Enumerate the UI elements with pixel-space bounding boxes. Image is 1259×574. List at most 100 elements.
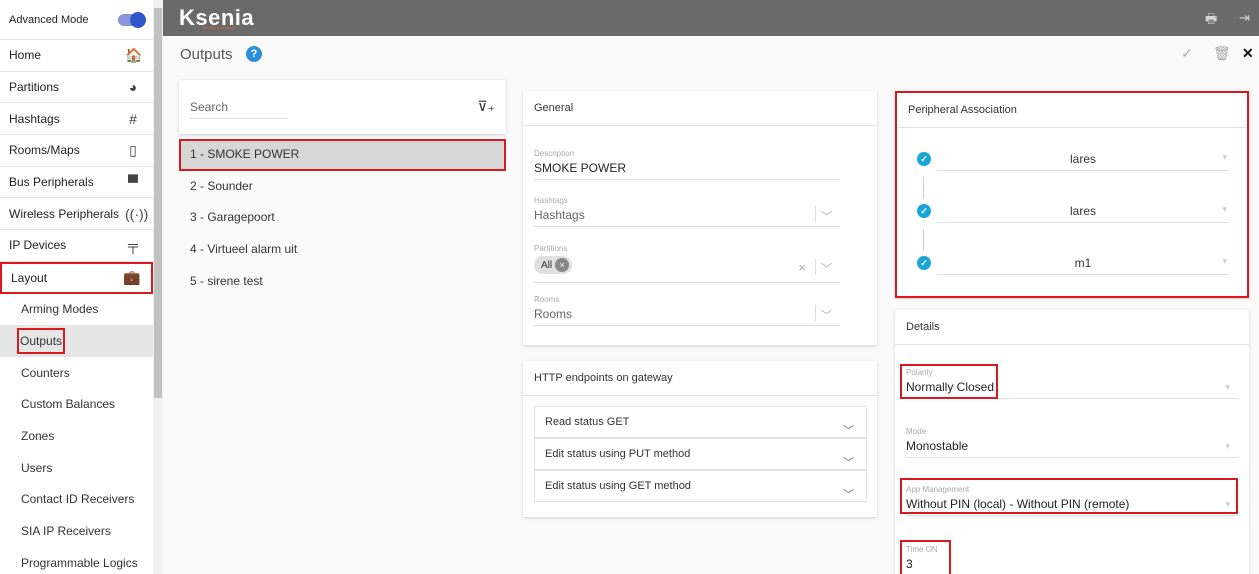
print-icon[interactable]: 🖶 [1205,10,1217,32]
peripheral-row[interactable]: ✓ lares ▾ [917,152,1229,171]
time-on-highlight [900,540,951,574]
general-title: General [523,91,877,126]
sidebar-subitem-custom-balances[interactable]: Custom Balances [0,389,153,421]
confirm-icon[interactable]: ✓ [1181,45,1193,62]
rooms-label: Rooms [534,295,560,304]
http-endpoint-label: Edit status using PUT method [545,448,691,460]
description-value[interactable]: SMOKE POWER [534,161,840,180]
output-list-item[interactable]: 5 - sirene test [179,266,506,298]
filter-add-icon[interactable]: ⊽₊ [477,98,495,115]
help-icon[interactable]: ? [246,46,262,62]
sidebar-subitem-programmable-logics[interactable]: Programmable Logics [0,547,153,574]
output-list-item[interactable]: 4 - Virtueel alarm uit [179,234,506,266]
chevron-down-icon[interactable]: ﹀ [821,260,832,276]
description-field[interactable]: Description SMOKE POWER [534,149,840,180]
sidebar-item-bus-peripherals[interactable]: Bus Peripherals ▀ [0,167,153,199]
mode-field[interactable]: Mode Monostable ▾ [906,427,1238,458]
sidebar-scrollbar[interactable] [153,0,163,574]
output-list-item[interactable]: 2 - Sounder [179,171,506,203]
hashtags-select[interactable]: Hashtags ﹀ [534,206,840,227]
sidebar-subitem-arming-modes[interactable]: Arming Modes [0,294,153,326]
logout-icon[interactable]: ⇥ [1239,10,1250,26]
time-on-input[interactable]: 3 [906,557,1238,574]
http-endpoint-row[interactable]: Edit status using PUT method ﹀ [534,438,867,470]
output-list-item[interactable]: 3 - Garagepoort [179,202,506,234]
sidebar-subitem-users[interactable]: Users [0,452,153,484]
page-title: Outputs [180,46,233,63]
rooms-value: Rooms [534,307,573,321]
briefcase-icon: 💼 [123,269,141,286]
chevron-down-icon[interactable]: ▾ [1222,256,1227,267]
output-list-item[interactable]: 1 - SMOKE POWER [179,139,506,171]
sidebar-item-label: Hashtags [9,111,60,126]
peripheral-select[interactable]: m1 ▾ [937,256,1229,275]
time-on-field[interactable]: Time ON 3 [906,545,1238,574]
sidebar-item-hashtags[interactable]: Hashtags # [0,103,153,136]
chevron-down-icon[interactable]: ▾ [1225,441,1230,452]
sidebar-item-ip-devices[interactable]: IP Devices ╤ [0,230,153,262]
delete-icon[interactable]: 🗑 [1213,45,1231,62]
sidebar-subitem-contact-id-receivers[interactable]: Contact ID Receivers [0,484,153,516]
sidebar: Advanced Mode Home 🏠 Partitions ◕ Hashtags # R… [0,0,153,574]
http-title: HTTP endpoints on gateway [523,361,877,396]
check-circle-icon: ✓ [917,152,931,166]
advanced-mode-label: Advanced Mode [9,13,89,26]
home-icon: 🏠 [125,46,143,63]
hashtag-icon: # [129,110,137,127]
hashtags-value: Hashtags [534,208,585,222]
chevron-down-icon[interactable]: ﹀ [821,307,832,323]
sidebar-subitem-label: Arming Modes [21,302,99,317]
topbar: Ksenia security innovation 🖶 ⇥ [163,0,1259,36]
sidebar-item-label: Bus Peripherals [9,175,94,190]
tools-icon[interactable]: ✕ [1242,45,1254,62]
partitions-select[interactable]: All × × ﹀ [534,256,840,283]
sidebar-subitem-counters[interactable]: Counters [0,357,153,389]
rooms-field[interactable]: Rooms Rooms ﹀ [534,295,840,326]
http-endpoint-row[interactable]: Edit status using GET method ﹀ [534,470,867,502]
mode-select[interactable]: Monostable ▾ [906,439,1238,458]
chevron-down-icon[interactable]: ▾ [1222,152,1227,163]
sidebar-item-label: IP Devices [9,238,67,253]
sidebar-subitem-zones[interactable]: Zones [0,420,153,452]
partitions-label: Partitions [534,244,568,253]
partitions-field[interactable]: Partitions All × × ﹀ [534,244,840,283]
sidebar-item-rooms-maps[interactable]: Rooms/Maps ▯ [0,135,153,167]
sidebar-subitem-sia-ip-receivers[interactable]: SIA IP Receivers [0,515,153,547]
chevron-down-icon[interactable]: ▾ [1225,382,1230,393]
peripheral-select[interactable]: lares ▾ [937,152,1229,171]
sidebar-item-wireless-peripherals[interactable]: Wireless Peripherals ((·)) [0,198,153,231]
partition-chip-label: All [541,259,553,271]
search-input[interactable]: Search [190,100,288,119]
http-endpoint-label: Edit status using GET method [545,480,691,492]
clear-icon[interactable]: × [798,260,806,275]
sidebar-scroll-thumb[interactable] [154,8,162,398]
sidebar-item-layout[interactable]: Layout 💼 [0,261,153,294]
logo-tagline: security innovation [202,25,236,30]
sidebar-item-partitions[interactable]: Partitions ◕ [0,72,153,104]
sidebar-subitem-label: Outputs [17,328,66,355]
door-icon: ▯ [129,141,137,158]
wireless-icon: ((·)) [125,205,149,222]
time-on-label: Time ON [906,545,938,554]
chevron-down-icon[interactable]: ﹀ [821,208,832,224]
rooms-select[interactable]: Rooms ﹀ [534,305,840,326]
partition-chip[interactable]: All × [534,256,573,274]
sidebar-subitem-outputs[interactable]: Outputs [0,325,153,357]
peripheral-select[interactable]: lares ▾ [937,204,1229,223]
hashtags-field[interactable]: Hashtags Hashtags ﹀ [534,196,840,227]
hashtags-label: Hashtags [534,196,568,205]
separator [815,259,816,275]
chip-close-icon[interactable]: × [555,258,570,272]
http-endpoint-row[interactable]: Read status GET ﹀ [534,406,867,438]
peripheral-row[interactable]: ✓ lares ▾ [917,204,1229,223]
peripheral-title: Peripheral Association [897,93,1247,128]
sidebar-item-home[interactable]: Home 🏠 [0,40,153,72]
http-endpoint-label: Read status GET [545,416,630,428]
chevron-down-icon[interactable]: ﹀ [843,480,854,510]
advanced-mode-toggle[interactable] [118,11,146,28]
peripheral-row[interactable]: ✓ m1 ▾ [917,256,1229,275]
monitor-icon: ▀ [128,174,138,191]
plug-icon: ╤ [128,237,138,254]
chevron-down-icon[interactable]: ▾ [1222,204,1227,215]
search-panel: Search ⊽₊ [179,80,506,134]
